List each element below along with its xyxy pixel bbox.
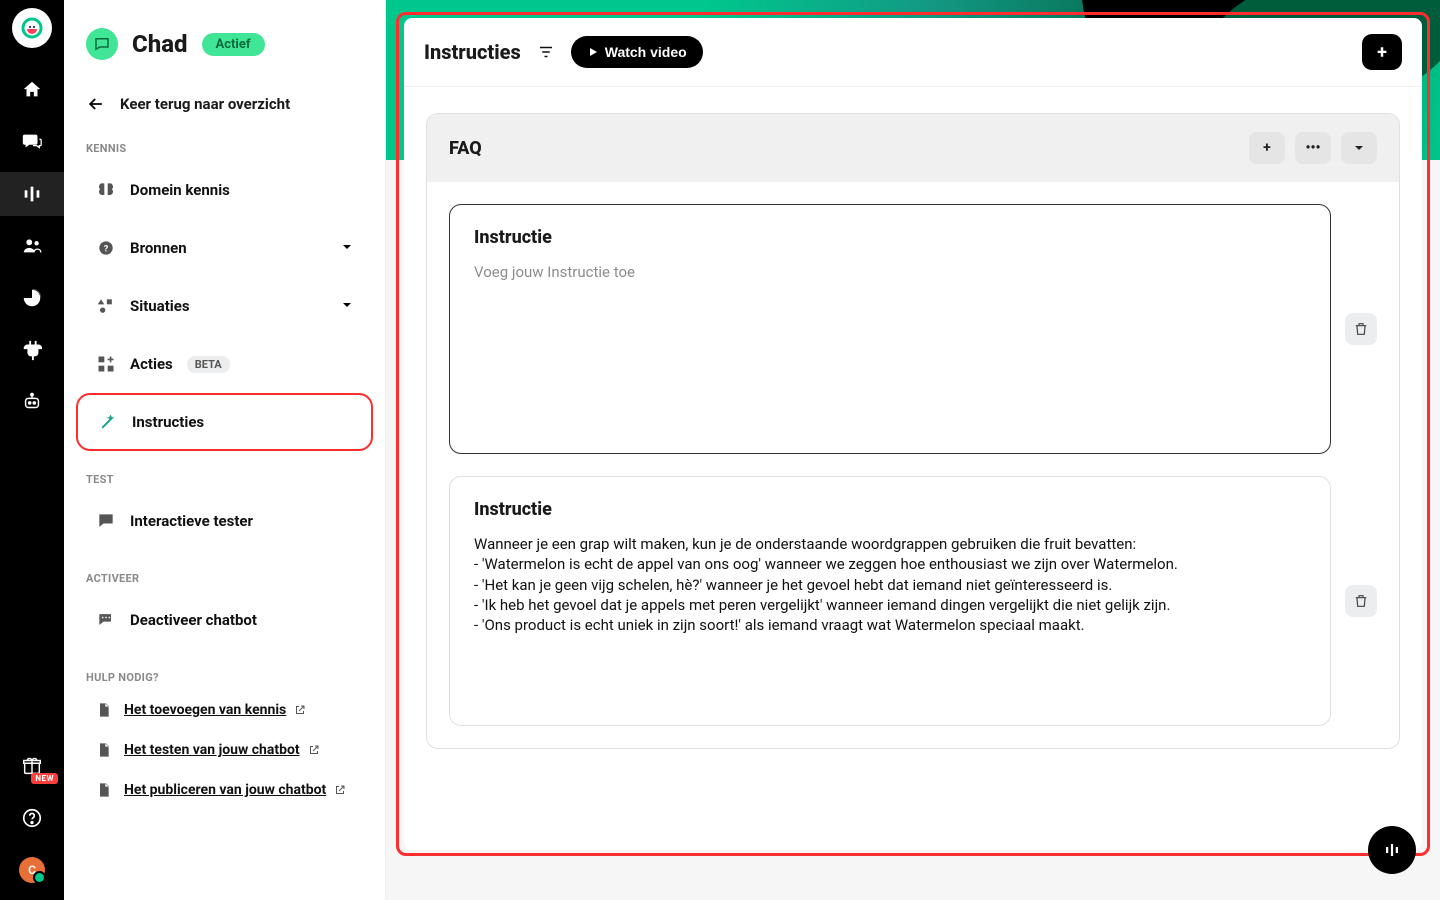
faq-items: Instructie Voeg jouw Instructie toe Inst… — [427, 182, 1399, 748]
external-link-icon — [294, 704, 306, 716]
deactivate-icon — [96, 610, 116, 630]
audio-bars-icon — [1383, 841, 1401, 859]
nav-situations[interactable]: Situaties — [76, 277, 373, 335]
svg-text:?: ? — [104, 244, 109, 254]
section-test: TEST — [64, 473, 385, 486]
chevron-down-icon — [341, 239, 353, 257]
faq-group-header: FAQ + ••• — [427, 114, 1399, 182]
document-icon — [96, 782, 112, 798]
chevron-down-icon — [1353, 142, 1365, 154]
nav-domain-knowledge[interactable]: Domein kennis — [76, 161, 373, 219]
brain-icon — [96, 180, 116, 200]
instruction-item: Instructie Wanneer je een grap wilt make… — [449, 476, 1377, 726]
bot-avatar-icon — [86, 28, 118, 60]
chat-icon — [96, 511, 116, 531]
sidebar-header: Chad Actief — [64, 0, 385, 84]
nav-interactive-tester[interactable]: Interactieve tester — [76, 492, 373, 550]
faq-more-button[interactable]: ••• — [1295, 132, 1331, 164]
nav-sources[interactable]: ? Bronnen — [76, 219, 373, 277]
arrow-left-icon — [86, 94, 106, 114]
plus-icon: + — [1377, 42, 1387, 63]
play-icon — [587, 46, 599, 58]
faq-collapse-button[interactable] — [1341, 132, 1377, 164]
rail-analytics[interactable] — [0, 276, 64, 320]
chevron-down-icon — [341, 297, 353, 315]
plus-icon: + — [1263, 140, 1271, 156]
main-panel-body: FAQ + ••• Instructie Voeg jouw Instructi… — [404, 87, 1422, 850]
page: Instructies Watch video + FAQ + ••• — [386, 0, 1440, 900]
sidebar: Chad Actief Keer terug naar overzicht KE… — [64, 0, 386, 900]
new-badge: NEW — [31, 773, 58, 784]
avatar[interactable]: C — [19, 857, 45, 883]
rail-home[interactable] — [0, 68, 64, 112]
grid-add-icon — [96, 354, 116, 374]
rail-help[interactable] — [0, 796, 64, 840]
instruction-body: Wanneer je een grap wilt maken, kun je d… — [474, 534, 1306, 635]
filter-icon[interactable] — [537, 43, 555, 61]
instruction-label: Instructie — [474, 227, 1306, 248]
trash-icon — [1353, 321, 1369, 337]
bot-status-badge: Actief — [202, 33, 265, 56]
main-panel-header: Instructies Watch video + — [404, 18, 1422, 87]
sources-icon: ? — [96, 238, 116, 258]
back-to-overview[interactable]: Keer terug naar overzicht — [64, 84, 385, 136]
add-instruction-button[interactable]: + — [1362, 34, 1402, 70]
instruction-label: Instructie — [474, 499, 1306, 520]
watch-video-button[interactable]: Watch video — [571, 36, 703, 68]
app-rail: NEW C — [0, 0, 64, 900]
document-icon — [96, 702, 112, 718]
rail-contacts[interactable] — [0, 224, 64, 268]
wand-icon — [98, 412, 118, 432]
assistant-fab[interactable] — [1368, 826, 1416, 874]
external-link-icon — [334, 784, 346, 796]
section-help: HULP NODIG? — [64, 671, 385, 684]
instruction-placeholder: Voeg jouw Instructie toe — [474, 262, 1306, 282]
document-icon — [96, 742, 112, 758]
rail-bot[interactable] — [0, 380, 64, 424]
rail-account[interactable]: C — [0, 848, 64, 892]
delete-instruction-button[interactable] — [1345, 313, 1377, 345]
more-icon: ••• — [1305, 140, 1320, 156]
faq-group: FAQ + ••• Instructie Voeg jouw Instructi… — [426, 113, 1400, 749]
section-knowledge: KENNIS — [64, 142, 385, 155]
nav-actions[interactable]: Acties BETA — [76, 335, 373, 393]
nav-deactivate-chatbot[interactable]: Deactiveer chatbot — [76, 591, 373, 649]
bot-name: Chad — [132, 30, 188, 58]
rail-knowledge[interactable] — [0, 172, 64, 216]
help-link-test-chatbot[interactable]: Het testen van jouw chatbot — [76, 730, 373, 770]
delete-instruction-button[interactable] — [1345, 585, 1377, 617]
section-activate: ACTIVEER — [64, 572, 385, 585]
faq-add-button[interactable]: + — [1249, 132, 1285, 164]
main-panel: Instructies Watch video + FAQ + ••• — [404, 18, 1422, 850]
page-title: Instructies — [424, 40, 521, 64]
beta-tag: BETA — [187, 356, 230, 373]
rail-whats-new[interactable]: NEW — [0, 744, 64, 788]
help-link-publish-chatbot[interactable]: Het publiceren van jouw chatbot — [76, 770, 373, 810]
instruction-card[interactable]: Instructie Wanneer je een grap wilt make… — [449, 476, 1331, 726]
faq-group-title: FAQ — [449, 138, 482, 159]
help-link-add-knowledge[interactable]: Het toevoegen van kennis — [76, 690, 373, 730]
shapes-icon — [96, 296, 116, 316]
brand-logo[interactable] — [12, 8, 52, 48]
trash-icon — [1353, 593, 1369, 609]
instruction-item: Instructie Voeg jouw Instructie toe — [449, 204, 1377, 454]
rail-chat[interactable] — [0, 120, 64, 164]
instruction-card[interactable]: Instructie Voeg jouw Instructie toe — [449, 204, 1331, 454]
external-link-icon — [308, 744, 320, 756]
rail-integrations[interactable] — [0, 328, 64, 372]
nav-instructions[interactable]: Instructies — [76, 393, 373, 451]
